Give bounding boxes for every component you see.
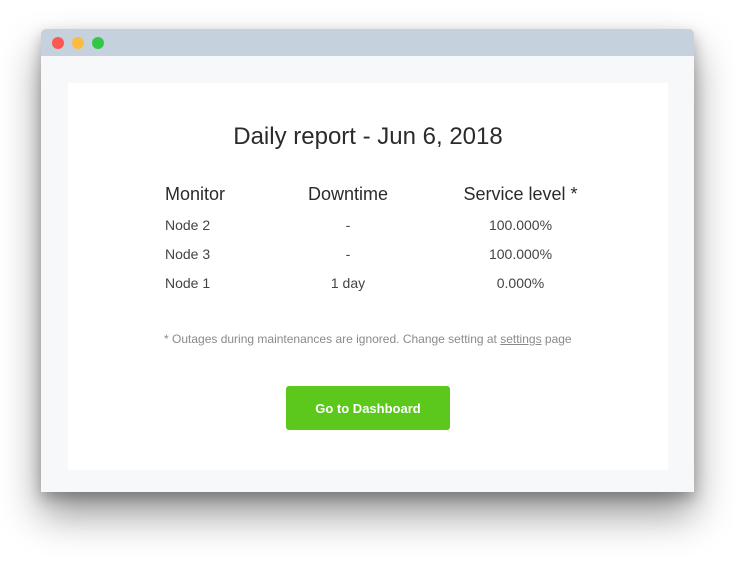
minimize-window-button[interactable] bbox=[72, 37, 84, 49]
window-titlebar bbox=[41, 29, 694, 56]
table-header-row: Monitor Downtime Service level * bbox=[118, 181, 618, 207]
footnote-suffix: page bbox=[541, 332, 572, 346]
settings-link[interactable]: settings bbox=[500, 332, 541, 346]
maximize-window-button[interactable] bbox=[92, 37, 104, 49]
column-header-monitor: Monitor bbox=[165, 183, 226, 204]
downtime-cell: 1 day bbox=[330, 274, 366, 291]
service-level-cell: 0.000% bbox=[496, 274, 545, 291]
downtime-cell: - bbox=[345, 245, 351, 262]
table-row: Node 1 1 day 0.000% bbox=[118, 268, 618, 297]
table-row: Node 3 - 100.000% bbox=[118, 239, 618, 268]
report-table: Monitor Downtime Service level * Node 2 … bbox=[118, 181, 618, 297]
report-card: Daily report - Jun 6, 2018 Monitor Downt… bbox=[68, 83, 668, 470]
footnote: * Outages during maintenances are ignore… bbox=[164, 332, 572, 346]
close-window-button[interactable] bbox=[52, 37, 64, 49]
table-row: Node 2 - 100.000% bbox=[118, 210, 618, 239]
go-to-dashboard-button[interactable]: Go to Dashboard bbox=[286, 386, 450, 430]
service-level-cell: 100.000% bbox=[488, 216, 553, 233]
page-title: Daily report - Jun 6, 2018 bbox=[233, 123, 503, 150]
monitor-cell: Node 2 bbox=[165, 216, 211, 233]
downtime-cell: - bbox=[345, 216, 351, 233]
app-window: Daily report - Jun 6, 2018 Monitor Downt… bbox=[41, 29, 694, 492]
footnote-text: * Outages during maintenances are ignore… bbox=[164, 332, 501, 346]
column-header-service-level: Service level * bbox=[463, 183, 578, 204]
monitor-cell: Node 1 bbox=[165, 274, 211, 291]
column-header-downtime: Downtime bbox=[307, 183, 389, 204]
service-level-cell: 100.000% bbox=[488, 245, 553, 262]
monitor-cell: Node 3 bbox=[165, 245, 211, 262]
